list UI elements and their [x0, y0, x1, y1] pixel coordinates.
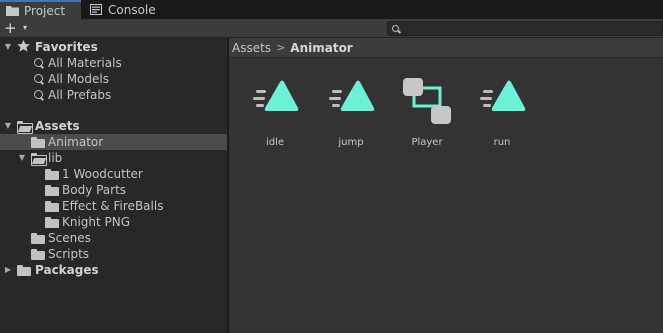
- tree-item-knight-png[interactable]: Knight PNG: [0, 214, 227, 230]
- tree-item-assets[interactable]: ▼ Assets: [0, 118, 227, 134]
- asset-jump[interactable]: jump: [321, 78, 381, 158]
- animation-clip-icon: [326, 78, 378, 130]
- tab-project[interactable]: Project: [0, 0, 81, 19]
- folder-icon: [31, 233, 45, 244]
- tree-item-scenes[interactable]: Scenes: [0, 230, 227, 246]
- search-icon: [392, 25, 399, 32]
- tree-item-label: Scripts: [48, 247, 90, 261]
- tab-console-label: Console: [108, 2, 156, 17]
- tree-item-effect-fireballs[interactable]: Effect & FireBalls: [0, 198, 227, 214]
- chevron-down-icon[interactable]: ▼: [3, 42, 13, 52]
- project-toolbar: + ▾: [0, 19, 663, 38]
- breadcrumb-separator: >: [276, 41, 286, 54]
- folder-icon: [31, 249, 45, 260]
- chevron-down-icon[interactable]: ▼: [17, 153, 27, 163]
- asset-player[interactable]: Player: [397, 78, 457, 158]
- tree-item-all-prefabs[interactable]: All Prefabs: [0, 87, 227, 103]
- animator-controller-icon: [402, 78, 454, 130]
- add-asset-button[interactable]: + ▾: [4, 20, 34, 37]
- tree-item-label: Assets: [35, 119, 80, 133]
- animation-clip-icon: [250, 78, 302, 130]
- search-input[interactable]: [387, 21, 663, 36]
- tree-item-label: All Materials: [48, 56, 122, 70]
- tree-item-label: Packages: [35, 263, 99, 277]
- tab-console[interactable]: Console: [84, 0, 164, 19]
- tree-item-label: Scenes: [48, 231, 91, 245]
- tree-item-label: Animator: [48, 135, 104, 149]
- asset-run[interactable]: run: [472, 78, 532, 158]
- tree-item-label: Body Parts: [62, 183, 127, 197]
- asset-name: idle: [265, 137, 285, 148]
- star-icon: [17, 40, 31, 52]
- tree-item-label: All Prefabs: [48, 88, 112, 102]
- animation-clip-icon: [477, 78, 529, 130]
- folder-open-icon: [17, 121, 33, 134]
- asset-idle[interactable]: idle: [245, 78, 305, 158]
- project-tree: ▼ Favorites All Materials All Models All…: [0, 38, 227, 333]
- tree-item-1-woodcutter[interactable]: 1 Woodcutter: [0, 166, 227, 182]
- tree-item-label: Favorites: [35, 40, 98, 54]
- tree-item-favorites[interactable]: ▼ Favorites: [0, 39, 227, 55]
- tree-item-label: lib: [48, 151, 63, 165]
- tree-item-lib[interactable]: ▼ lib: [0, 150, 227, 166]
- folder-open-icon: [31, 153, 47, 166]
- breadcrumb: Assets > Animator: [229, 38, 663, 58]
- folder-icon: [6, 5, 19, 16]
- search-icon: [32, 89, 44, 101]
- folder-icon: [45, 201, 59, 212]
- tree-item-scripts[interactable]: Scripts: [0, 246, 227, 262]
- plus-icon: +: [4, 19, 17, 37]
- chevron-right-icon[interactable]: ▶: [3, 265, 13, 275]
- tree-item-animator[interactable]: Animator: [0, 134, 227, 150]
- asset-name: run: [493, 137, 511, 148]
- folder-icon: [31, 137, 45, 148]
- asset-name: Player: [411, 137, 443, 148]
- tree-item-label: Effect & FireBalls: [62, 199, 164, 213]
- search-icon: [32, 73, 44, 85]
- tree-item-label: All Models: [48, 72, 109, 86]
- tree-item-label: 1 Woodcutter: [62, 167, 143, 181]
- tab-project-label: Project: [24, 3, 66, 18]
- tree-item-packages[interactable]: ▶ Packages: [0, 262, 227, 278]
- tree-item-label: Knight PNG: [62, 215, 131, 229]
- breadcrumb-animator[interactable]: Animator: [290, 41, 352, 55]
- chevron-down-icon: ▾: [23, 23, 28, 32]
- tree-item-body-parts[interactable]: Body Parts: [0, 182, 227, 198]
- console-icon: [90, 4, 103, 15]
- asset-name: jump: [338, 137, 364, 148]
- tree-item-all-materials[interactable]: All Materials: [0, 55, 227, 71]
- folder-icon: [45, 169, 59, 180]
- folder-icon: [45, 185, 59, 196]
- breadcrumb-assets[interactable]: Assets: [232, 41, 271, 55]
- search-icon: [32, 57, 44, 69]
- tab-bar: Project Console: [0, 0, 663, 19]
- tree-item-all-models[interactable]: All Models: [0, 71, 227, 87]
- asset-browser: Assets > Animator idle jump Player run: [229, 38, 663, 333]
- folder-icon: [17, 265, 31, 276]
- folder-icon: [45, 217, 59, 228]
- chevron-down-icon[interactable]: ▼: [3, 121, 13, 131]
